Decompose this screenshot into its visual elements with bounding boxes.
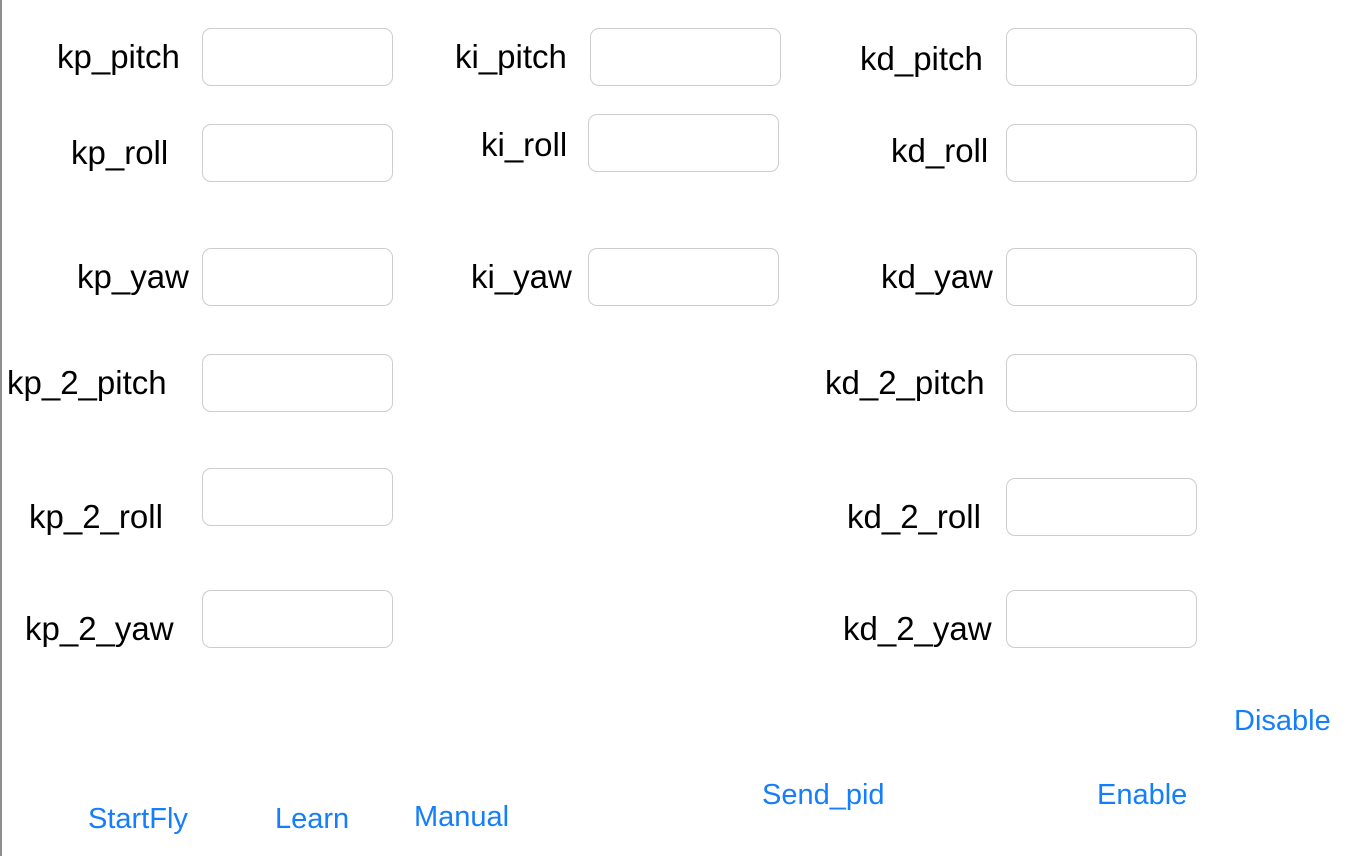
ki-roll-label: ki_roll	[481, 126, 568, 163]
kp-yaw-field[interactable]	[202, 248, 393, 306]
ki-roll-field[interactable]	[588, 114, 779, 172]
kp-2-pitch-label: kp_2_pitch	[7, 364, 167, 401]
manual-button[interactable]: Manual	[414, 799, 509, 835]
send-pid-button[interactable]: Send_pid	[762, 777, 885, 813]
ki-yaw-label: ki_yaw	[471, 258, 572, 295]
kd-2-roll-label: kd_2_roll	[847, 498, 981, 535]
kd-roll-label: kd_roll	[891, 132, 989, 169]
kp-2-yaw-label: kp_2_yaw	[25, 610, 174, 647]
learn-button[interactable]: Learn	[275, 801, 349, 837]
ki-yaw-field[interactable]	[588, 248, 779, 306]
kd-2-pitch-field[interactable]	[1006, 354, 1197, 412]
kp-roll-label: kp_roll	[71, 134, 169, 171]
kd-yaw-label: kd_yaw	[881, 258, 993, 295]
kp-pitch-label: kp_pitch	[57, 38, 180, 75]
kd-roll-field[interactable]	[1006, 124, 1197, 182]
left-edge-divider	[0, 0, 2, 856]
kp-2-pitch-field[interactable]	[202, 354, 393, 412]
pid-tuning-screen: kp_pitch ki_pitch kd_pitch kp_roll ki_ro…	[0, 0, 1364, 856]
kd-pitch-field[interactable]	[1006, 28, 1197, 86]
kd-pitch-label: kd_pitch	[860, 40, 983, 77]
kp-roll-field[interactable]	[202, 124, 393, 182]
disable-button[interactable]: Disable	[1234, 703, 1331, 739]
ki-pitch-field[interactable]	[590, 28, 781, 86]
kp-2-yaw-field[interactable]	[202, 590, 393, 648]
startfly-button[interactable]: StartFly	[88, 801, 188, 837]
kd-2-yaw-field[interactable]	[1006, 590, 1197, 648]
kp-yaw-label: kp_yaw	[77, 258, 189, 295]
ki-pitch-label: ki_pitch	[455, 38, 567, 75]
enable-button[interactable]: Enable	[1097, 777, 1187, 813]
kd-2-pitch-label: kd_2_pitch	[825, 364, 985, 401]
kp-2-roll-field[interactable]	[202, 468, 393, 526]
kp-pitch-field[interactable]	[202, 28, 393, 86]
kp-2-roll-label: kp_2_roll	[29, 498, 163, 535]
kd-2-yaw-label: kd_2_yaw	[843, 610, 992, 647]
kd-yaw-field[interactable]	[1006, 248, 1197, 306]
kd-2-roll-field[interactable]	[1006, 478, 1197, 536]
